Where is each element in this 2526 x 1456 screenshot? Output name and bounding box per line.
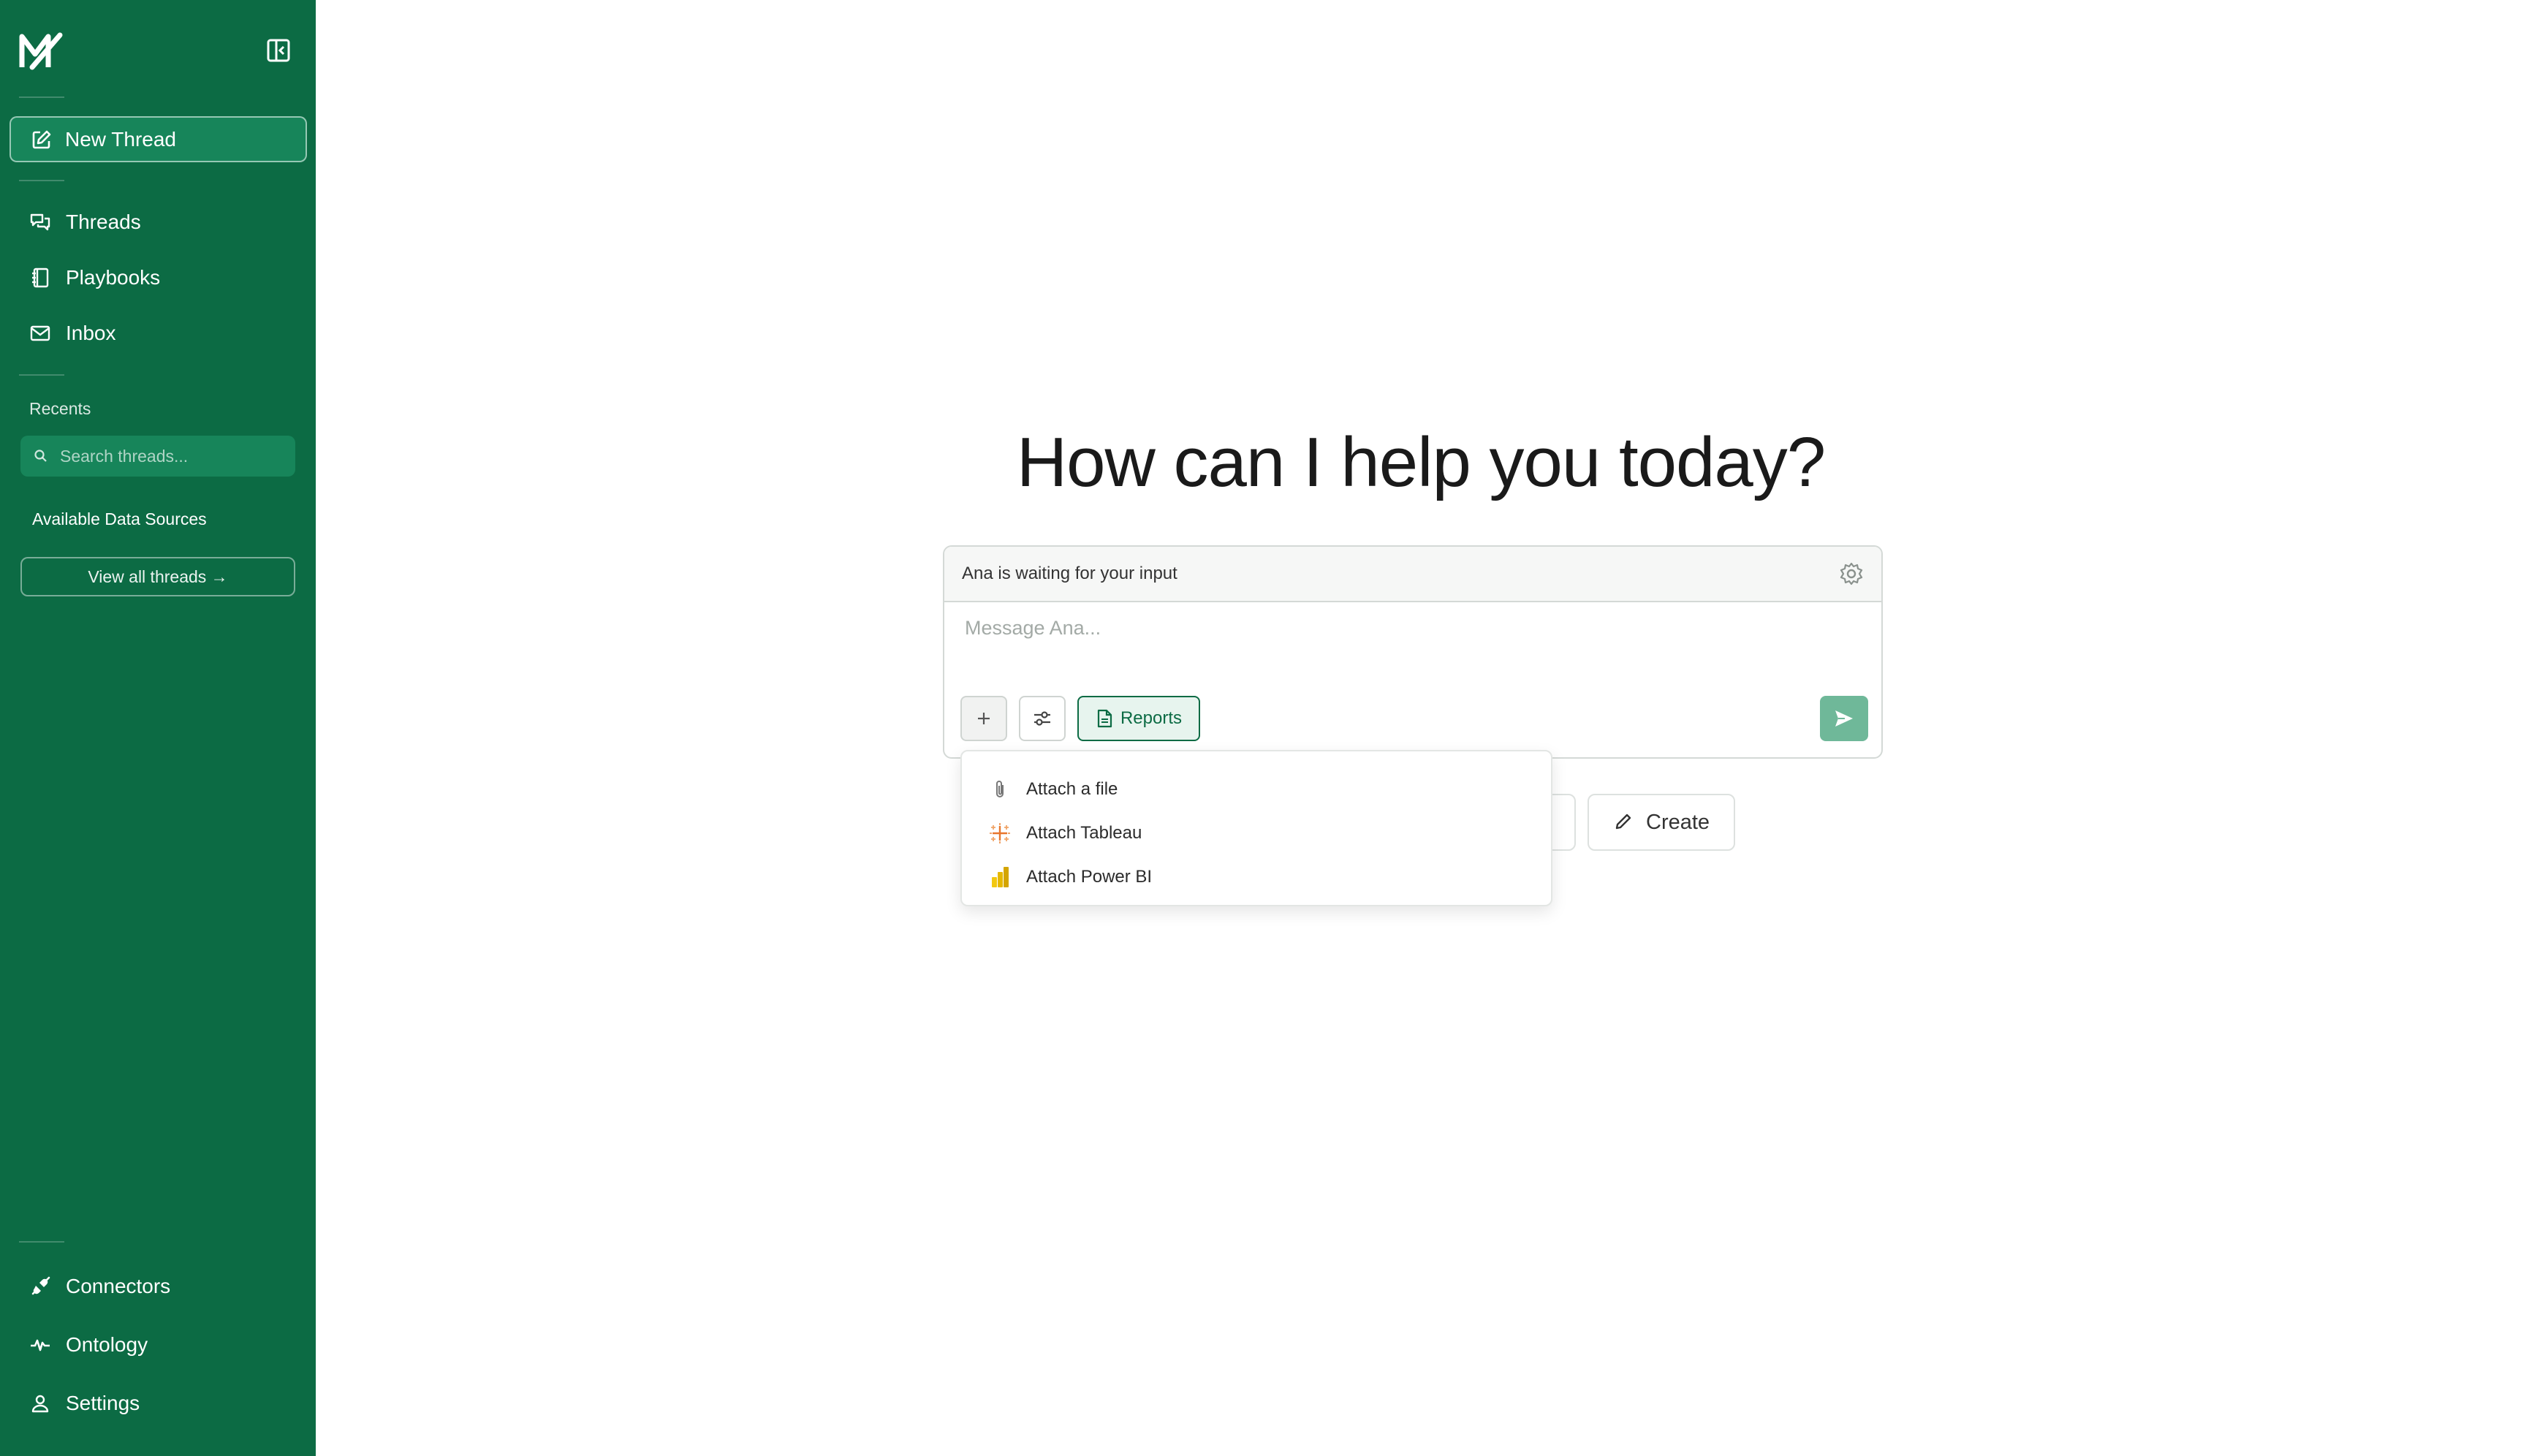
message-input[interactable] [965,617,1842,640]
sidebar-item-label: Ontology [66,1333,148,1356]
create-label: Create [1646,810,1710,834]
attach-button[interactable] [960,696,1007,741]
menu-item-label: Attach Tableau [1026,823,1142,843]
new-thread-label: New Thread [65,127,177,151]
sidebar-item-label: Playbooks [66,266,161,289]
sidebar-item-connectors[interactable]: Connectors [29,1269,170,1304]
sliders-icon [1034,711,1050,726]
playbooks-icon [32,268,49,288]
document-icon [1097,709,1112,728]
sidebar-item-label: Inbox [66,322,116,344]
search-threads-field[interactable] [20,436,295,477]
inbox-icon [30,325,50,341]
send-icon [1835,710,1853,727]
menu-item-attach-powerbi[interactable]: Attach Power BI [988,861,1152,893]
sidebar-item-label: Threads [66,211,141,233]
send-button[interactable] [1820,696,1868,741]
page-headline: How can I help you today? [1016,423,1826,501]
menu-item-attach-file[interactable]: Attach a file [988,773,1118,805]
menu-item-attach-tableau[interactable]: Attach Tableau [988,817,1142,849]
sidebar-item-threads[interactable]: Threads [29,205,141,240]
new-thread-button[interactable]: New Thread [10,116,307,162]
pulse-icon [31,1339,50,1351]
recents-heading: Recents [29,399,91,418]
reports-label: Reports [1120,708,1183,728]
status-text: Ana is waiting for your input [962,564,1177,583]
menu-item-label: Attach Power BI [1026,867,1153,887]
create-button[interactable]: Create [1588,794,1735,851]
sidebar-item-ontology[interactable]: Ontology [29,1327,148,1362]
user-icon [31,1395,49,1413]
plug-icon [31,1276,50,1295]
divider [19,96,64,98]
view-all-threads-button[interactable]: View all threads → [20,557,295,596]
sidebar-item-inbox[interactable]: Inbox [29,316,116,351]
edit-icon [32,130,51,148]
sidebar: New Thread Threads Playbooks Inbox Recen… [0,0,316,1456]
sidebar-item-playbooks[interactable]: Playbooks [29,260,160,295]
sidebar-item-label: Settings [66,1392,140,1414]
divider [19,1241,64,1243]
options-button[interactable] [1019,696,1066,741]
gear-icon[interactable] [1839,561,1864,586]
logo-icon[interactable] [19,32,63,70]
threads-icon [30,213,50,231]
search-threads-input[interactable] [60,446,279,466]
attach-menu: Attach a file Attach Tableau Attach Powe… [960,750,1552,906]
sidebar-item-label: Connectors [66,1275,171,1297]
data-sources-heading: Available Data Sources [32,509,207,528]
menu-item-label: Attach a file [1026,779,1118,799]
divider [19,374,64,376]
pen-icon [1615,814,1631,830]
paperclip-icon [996,781,1004,797]
plus-icon [978,713,990,724]
sidebar-item-settings[interactable]: Settings [29,1386,140,1421]
tableau-icon [990,823,1010,843]
sidebar-toggle-icon[interactable] [266,38,291,63]
powerbi-icon [992,867,1009,887]
chat-composer: Ana is waiting for your input Reports [943,545,1883,759]
chat-status-bar: Ana is waiting for your input [944,547,1881,602]
divider [19,180,64,181]
search-icon [34,450,47,462]
reports-button[interactable]: Reports [1077,696,1200,741]
